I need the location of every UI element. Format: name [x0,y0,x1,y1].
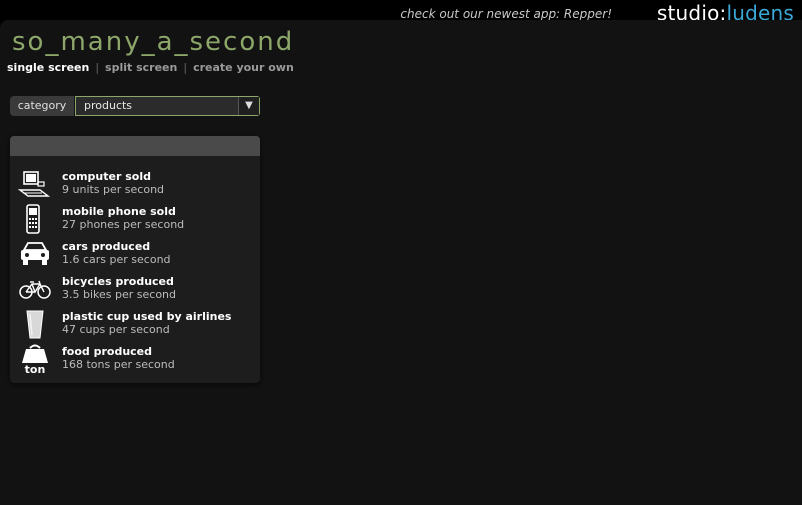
category-select-value: products [84,99,133,112]
category-label: category [10,96,74,116]
stats-card: computer sold 9 units per second mobile … [10,136,260,383]
item-name: computer sold [62,170,151,183]
item-rate: 1.6 cars per second [62,253,171,266]
car-icon [21,242,49,265]
item-rate: 168 tons per second [62,358,175,371]
nav-separator: | [95,61,100,74]
item-name: plastic cup used by airlines [62,310,232,323]
nav-separator: | [183,61,188,74]
computer-icon [18,171,51,197]
item-rate: 47 cups per second [62,323,170,336]
list-item-food: ton food produced 168 tons per second [18,343,258,376]
item-rate: 3.5 bikes per second [62,288,177,301]
tab-create-your-own[interactable]: create your own [193,61,294,74]
list-item-bicycles: bicycles produced 3.5 bikes per second [18,273,258,306]
weight-ton-label: ton [25,363,46,375]
list-item-cars: cars produced 1.6 cars per second [18,238,258,271]
bicycle-icon [19,280,51,299]
tab-single-screen[interactable]: single screen [7,61,89,74]
plastic-cup-icon [26,310,44,339]
item-rate: 27 phones per second [62,218,185,231]
list-item-mobile-phone: mobile phone sold 27 phones per second [18,203,258,236]
view-nav: single screen | split screen | create your o… [7,61,294,74]
item-rate: 9 units per second [62,183,165,196]
item-name: cars produced [62,240,151,253]
promo-link[interactable]: check out our newest app: Repper! [400,7,612,21]
item-name: food produced [62,345,153,358]
mobile-phone-icon [26,204,40,234]
stats-card-header [10,136,260,156]
item-name: mobile phone sold [62,205,176,218]
tab-split-screen[interactable]: split screen [105,61,177,74]
list-item-computer: computer sold 9 units per second [18,168,258,201]
app-title: so_many_a_second [12,27,295,57]
top-bar: check out our newest app: Repper! studio… [0,0,802,25]
item-name: bicycles produced [62,275,174,288]
main-panel: so_many_a_second single screen | split scr… [0,20,802,505]
category-select[interactable]: products ▼ [75,96,260,116]
dropdown-arrow-icon[interactable]: ▼ [238,97,259,115]
weight-ton-icon: ton [22,344,48,375]
list-item-plastic-cup: plastic cup used by airlines 47 cups per… [18,308,258,341]
